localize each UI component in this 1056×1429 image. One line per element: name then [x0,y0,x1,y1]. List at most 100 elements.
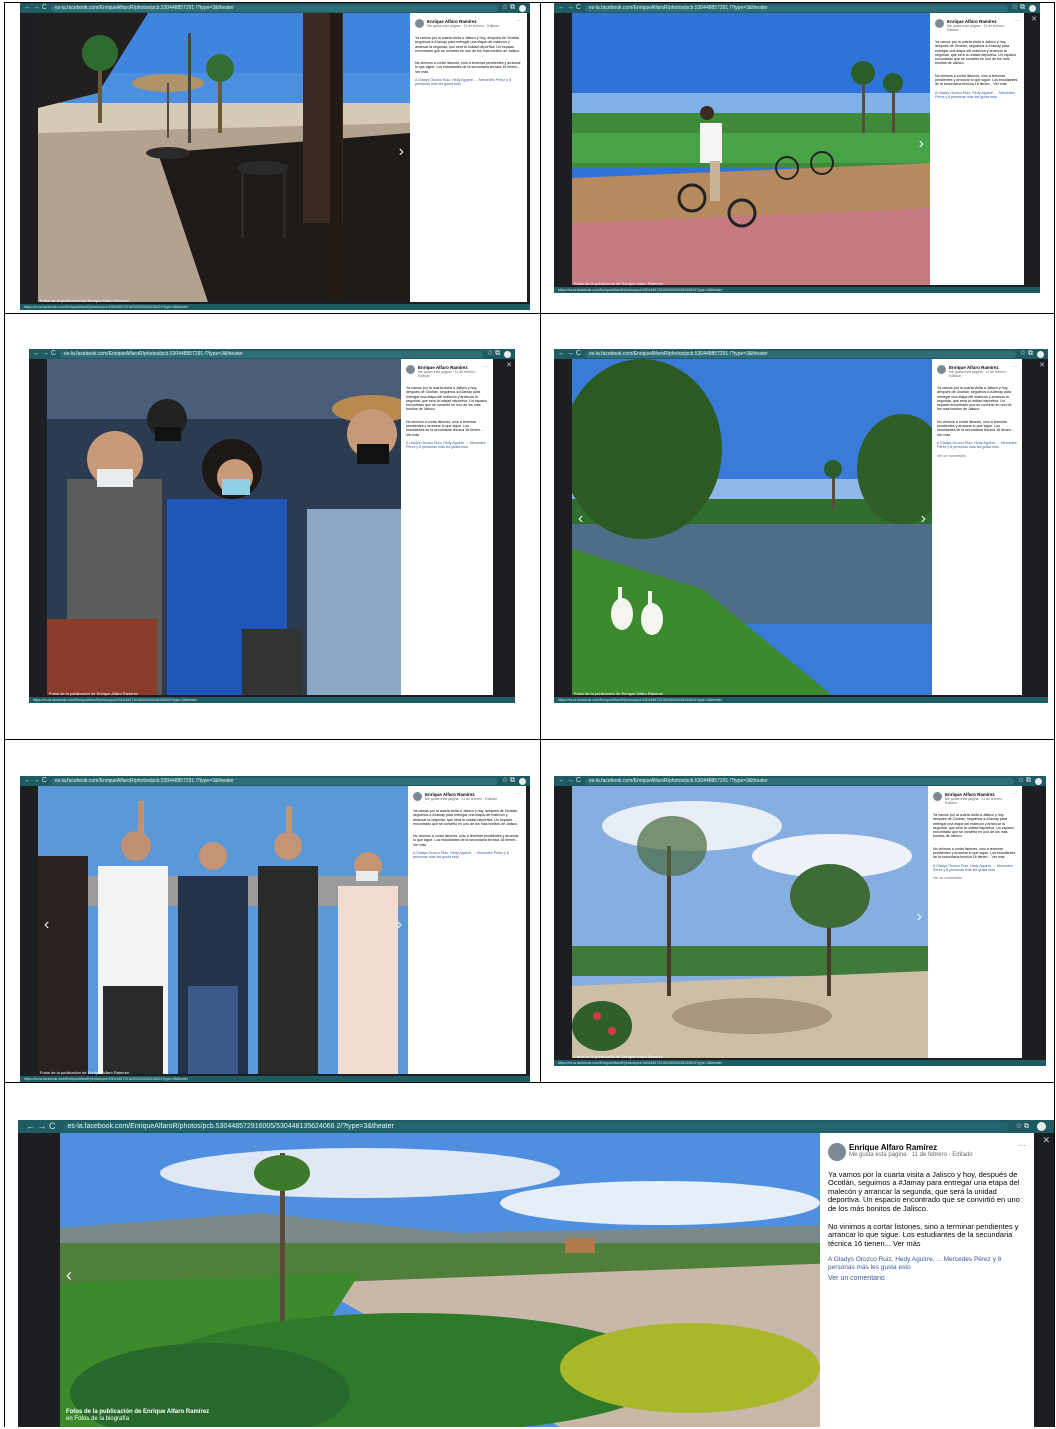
post-text-2: No vinimos a cortar listones, sino a ter… [933,846,1016,860]
caption-subtitle[interactable]: en Fotos de la biografía [66,1416,209,1423]
post-likes[interactable]: A Gladys Orozco Ruiz, Hedy Aguirre, ... … [937,441,1017,450]
next-photo-icon[interactable]: › [919,135,924,153]
status-url: https://es-la.facebook.com/EnriqueAlfaro… [554,697,1048,703]
post-panel: Enrique Alfaro Ramírez Me gusta esta pág… [401,359,493,695]
post-text: Ya vamos por la cuarta visita a Jalisco … [935,40,1017,66]
next-photo-icon[interactable]: › [921,510,926,528]
author-avatar[interactable] [933,792,942,801]
more-options-icon[interactable]: ··· [1012,365,1017,370]
browser-toolbar: ← → C es-la.facebook.com/EnriqueAlfaroR/… [20,3,530,13]
more-options-icon[interactable]: ··· [483,365,488,370]
post-text: Ya vamos por la cuarta visita a Jalisco … [413,809,519,826]
screenshot-plaza: ← → C es-la.facebook.com/EnriqueAlfaroR/… [20,3,530,310]
browser-toolbar: ← → C es-la.facebook.com/EnriqueAlfaroR/… [18,1120,1054,1133]
author-avatar[interactable] [406,365,415,374]
author-avatar[interactable] [935,19,944,28]
nav-buttons-icon[interactable]: ← → C [24,776,47,786]
post-photo: › [38,13,410,302]
author-avatar[interactable] [828,1143,846,1161]
post-photo: › [572,13,930,285]
view-comments-link[interactable]: Ver un comentario [937,454,1017,458]
status-url: https://es-la.facebook.com/EnriqueAlfaro… [20,304,530,310]
screenshot-pond: ← → C es-la.facebook.com/EnriqueAlfaroR/… [554,349,1048,703]
address-bar[interactable]: es-la.facebook.com/EnriqueAlfaroR/photos… [584,350,1016,358]
post-panel: Enrique Alfaro Ramírez Me gusta esta pág… [408,786,526,1074]
status-url: https://es-la.facebook.com/EnriqueAlfaro… [29,697,515,703]
post-author[interactable]: Enrique Alfaro Ramírez [849,1143,976,1152]
nav-buttons-icon[interactable]: ← → C [558,776,581,786]
profile-avatar-icon[interactable] [504,350,511,358]
close-icon[interactable]: ✕ [1031,15,1037,23]
caption-title: Fotos de la publicación de Enrique Alfar… [66,1409,210,1415]
profile-avatar-icon[interactable] [1037,1122,1046,1131]
profile-avatar-icon[interactable] [1029,4,1036,12]
post-text: Ya vamos por la cuarta visita a Jalisco … [937,386,1012,412]
more-options-icon[interactable]: ··· [516,792,521,797]
extensions-icon[interactable]: ☆ ⧉ [502,776,515,786]
close-icon[interactable]: ✕ [1039,361,1045,369]
grid-divider-row2 [4,739,1054,740]
nav-buttons-icon[interactable]: ← → C [558,349,581,359]
profile-avatar-icon[interactable] [519,777,526,785]
post-likes[interactable]: A Gladys Orozco Ruiz, Hedy Aguirre, ... … [413,851,521,860]
prev-photo-icon[interactable]: ‹ [66,1265,72,1286]
browser-toolbar: ← → C es-la.facebook.com/EnriqueAlfaroR/… [554,776,1046,786]
more-options-icon[interactable]: ··· [1014,19,1019,24]
extensions-icon[interactable]: ☆ ⧉ [1012,3,1025,13]
extensions-icon[interactable]: ☆ ⧉ [1016,1122,1029,1132]
profile-avatar-icon[interactable] [1037,350,1044,358]
post-likes[interactable]: A Gladys Orozco Ruiz, Hedy Aguirre, ... … [406,441,488,450]
post-text: Ya vamos por la cuarta visita a Jalisco … [415,36,521,53]
extensions-icon[interactable]: ☆ ⧉ [1020,349,1033,359]
view-comments-link[interactable]: Ver un comentario [828,1275,1026,1283]
nav-buttons-icon[interactable]: ← → C [26,1120,56,1133]
prev-photo-icon[interactable]: ‹ [44,916,49,934]
extensions-icon[interactable]: ☆ ⧉ [502,3,515,13]
more-options-icon[interactable]: ··· [1012,792,1017,797]
profile-avatar-icon[interactable] [1035,777,1042,785]
close-icon[interactable]: ✕ [506,361,512,369]
post-meta: Me gusta esta página · 11 de febrero · E… [947,24,1007,32]
next-photo-icon[interactable]: › [917,908,922,926]
extensions-icon[interactable]: ☆ ⧉ [487,349,500,359]
grid-divider-row1 [4,313,1054,314]
post-text-2: No vinimos a cortar listones, sino a ter… [937,419,1014,437]
post-likes[interactable]: A Gladys Orozco Ruiz, Hedy Aguirre, ... … [933,864,1017,873]
extensions-icon[interactable]: ☆ ⧉ [1018,776,1031,786]
post-text-2: No vinimos a cortar listones, sino a ter… [413,834,519,847]
author-avatar[interactable] [413,792,422,801]
nav-buttons-icon[interactable]: ← → C [24,3,47,13]
nav-buttons-icon[interactable]: ← → C [558,3,581,13]
address-bar[interactable]: es-la.facebook.com/EnriqueAlfaroR/photos… [584,777,1014,785]
browser-toolbar: ← → C es-la.facebook.com/EnriqueAlfaroR/… [554,3,1040,13]
close-icon[interactable]: ✕ [1042,1135,1050,1146]
post-panel: Enrique Alfaro Ramírez Me gusta esta pág… [410,13,527,302]
screenshot-crowd: ← → C es-la.facebook.com/EnriqueAlfaroR/… [29,349,515,703]
post-likes[interactable]: A Gladys Orozco Ruiz, Hedy Aguirre, ... … [935,91,1019,100]
post-meta: Me gusta esta página · 11 de febrero · E… [849,1152,977,1158]
post-text-2: No vinimos a cortar listones, sino a ter… [935,73,1018,87]
view-comments-link[interactable]: Ver un comentario [933,876,1017,880]
author-avatar[interactable] [937,365,946,374]
address-bar[interactable]: es-la.facebook.com/EnriqueAlfaroR/photos… [59,350,483,358]
address-bar[interactable]: es-la.facebook.com/EnriqueAlfaroR/photos… [50,4,498,12]
more-options-icon[interactable]: ··· [1018,1142,1026,1150]
profile-avatar-icon[interactable] [519,4,526,12]
next-photo-icon[interactable]: › [397,916,402,934]
nav-buttons-icon[interactable]: ← → C [33,349,56,359]
grid-border-right [1054,2,1055,1427]
post-photo: › [572,786,928,1058]
photo-caption: Fotos de la publicación de Enrique Alfar… [66,1409,209,1423]
post-text-2: No vinimos a cortar listones, sino a ter… [828,1222,1019,1248]
next-photo-icon[interactable]: › [399,143,404,161]
more-options-icon[interactable]: ··· [517,19,522,24]
address-bar[interactable]: es-la.facebook.com/EnriqueAlfaroR/photos… [50,777,498,785]
author-avatar[interactable] [415,19,424,28]
address-bar[interactable]: es-la.facebook.com/EnriqueAlfaroR/photos… [63,1122,1008,1131]
post-likes[interactable]: A Gladys Orozco Ruiz, Hedy Aguirre, ... … [828,1256,1026,1271]
post-likes[interactable]: A Gladys Orozco Ruiz, Hedy Aguirre, ... … [415,78,522,87]
post-text-2: No vinimos a cortar listones, sino a ter… [406,419,483,437]
address-bar[interactable]: es-la.facebook.com/EnriqueAlfaroR/photos… [584,4,1008,12]
screenshot-garden: ← → C es-la.facebook.com/EnriqueAlfaroR/… [18,1120,1054,1427]
prev-photo-icon[interactable]: ‹ [578,510,583,528]
